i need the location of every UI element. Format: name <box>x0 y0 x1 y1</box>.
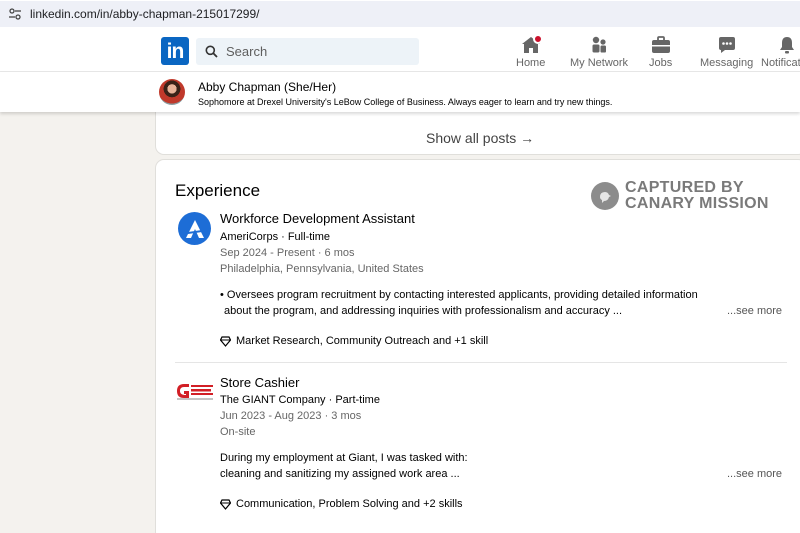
job-dates: Jun 2023 - Aug 2023 · 3 mos <box>220 410 362 422</box>
job-skills[interactable]: Market Research, Community Outreach and … <box>220 335 488 347</box>
americorps-logo[interactable] <box>178 212 211 245</box>
notification-dot <box>533 34 543 44</box>
network-icon <box>592 36 607 53</box>
diamond-icon <box>220 335 231 347</box>
linkedin-logo[interactable]: in <box>161 37 189 65</box>
search-icon <box>205 45 218 58</box>
job-skills-text: Communication, Problem Solving and +2 sk… <box>236 498 463 510</box>
search-box[interactable] <box>196 38 419 65</box>
site-settings-icon[interactable] <box>8 8 22 20</box>
profile-headline: Sophomore at Drexel University's LeBow C… <box>198 97 613 107</box>
canary-bird-icon <box>591 182 619 210</box>
watermark-text: CAPTURED BY CANARY MISSION <box>625 180 769 212</box>
job-description-line-1: During my employment at Giant, I was tas… <box>220 452 468 464</box>
job-title[interactable]: Store Cashier <box>220 375 299 390</box>
browser-url-bar: linkedin.com/in/abby-chapman-215017299/ <box>0 0 800 29</box>
job-skills[interactable]: Communication, Problem Solving and +2 sk… <box>220 498 463 510</box>
job-company: AmeriCorps · Full-time <box>220 231 331 243</box>
nav-jobs[interactable]: Jobs <box>649 34 672 70</box>
job-dates: Sep 2024 - Present · 6 mos <box>220 247 355 259</box>
see-more-button[interactable]: ...see more <box>727 305 782 317</box>
watermark: CAPTURED BY CANARY MISSION <box>591 180 769 212</box>
avatar[interactable] <box>159 79 185 105</box>
giant-company-logo[interactable] <box>176 382 214 400</box>
nav-my-network[interactable]: My Network <box>570 34 628 70</box>
experience-heading: Experience <box>175 181 261 200</box>
nav-home[interactable]: Home <box>516 34 545 70</box>
messaging-icon <box>718 37 735 53</box>
diamond-icon <box>220 498 231 510</box>
nav-home-label: Home <box>516 57 546 69</box>
job-skills-text: Market Research, Community Outreach and … <box>236 335 489 347</box>
nav-my-network-label: My Network <box>570 57 629 69</box>
address-field[interactable]: linkedin.com/in/abby-chapman-215017299/ <box>0 1 800 27</box>
watermark-line-1: CAPTURED BY <box>625 179 744 196</box>
nav-messaging-label: Messaging <box>700 57 754 69</box>
nav-jobs-label: Jobs <box>649 57 673 69</box>
job-location: On-site <box>220 426 256 438</box>
job-location: Philadelphia, Pennsylvania, United State… <box>220 263 424 275</box>
see-more-button[interactable]: ...see more <box>727 468 782 480</box>
job-description-line-2: cleaning and sanitizing my assigned work… <box>220 468 460 480</box>
divider <box>175 362 787 363</box>
watermark-line-2: CANARY MISSION <box>625 195 769 212</box>
linkedin-logo-text: in <box>166 40 185 63</box>
profile-name: Abby Chapman (She/Her) <box>198 80 337 94</box>
left-gutter <box>0 112 155 533</box>
job-company: The GIANT Company · Part-time <box>220 394 380 406</box>
bell-icon <box>780 37 794 54</box>
search-input[interactable] <box>226 43 406 60</box>
experience-section: Experience CAPTURED BY CANARY MISSION Wo… <box>156 160 800 533</box>
job-description-line-2: about the program, and addressing inquir… <box>224 305 623 317</box>
nav-messaging[interactable]: Messaging <box>700 34 753 70</box>
activity-card-footer: Show all posts → <box>156 112 800 154</box>
job-description-line-1: • Oversees program recruitment by contac… <box>220 289 698 301</box>
url-text[interactable]: linkedin.com/in/abby-chapman-215017299/ <box>30 7 259 21</box>
briefcase-icon <box>651 36 670 53</box>
show-all-posts-link[interactable]: Show all posts → <box>426 130 534 146</box>
nav-notifications-label: Notifications <box>761 57 800 69</box>
nav-notifications[interactable]: Notifications <box>761 34 800 70</box>
job-title[interactable]: Workforce Development Assistant <box>220 211 415 226</box>
